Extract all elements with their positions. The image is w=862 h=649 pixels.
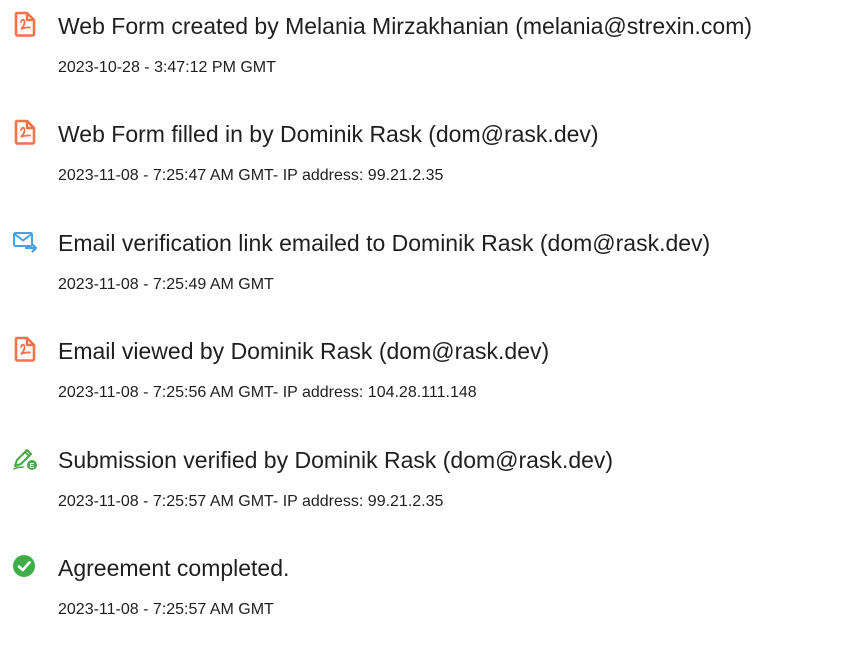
signature-pen-icon: E [11, 444, 39, 472]
svg-text:E: E [30, 463, 35, 470]
email-forward-icon [11, 227, 39, 255]
event-timestamp: 2023-11-08 - 7:25:49 AM GMT [58, 276, 274, 293]
check-circle-icon [11, 552, 39, 580]
event-title: Email viewed by Dominik Rask (dom@rask.d… [58, 338, 550, 364]
event-timestamp: 2023-11-08 - 7:25:56 AM GMT- IP address:… [58, 384, 477, 401]
event-agreement-completed: Agreement completed. 2023-11-08 - 7:25:5… [0, 542, 862, 622]
event-web-form-filled: Web Form filled in by Dominik Rask (dom@… [0, 108, 862, 188]
event-email-verification-sent: Email verification link emailed to Domin… [0, 217, 862, 297]
event-timestamp: 2023-10-28 - 3:47:12 PM GMT [58, 59, 276, 76]
document-icon [11, 10, 39, 38]
event-email-viewed: Email viewed by Dominik Rask (dom@rask.d… [0, 325, 862, 405]
event-title: Agreement completed. [58, 555, 290, 581]
event-submission-verified: E Submission verified by Dominik Rask (d… [0, 434, 862, 514]
event-timestamp: 2023-11-08 - 7:25:57 AM GMT- IP address:… [58, 493, 444, 510]
event-timestamp: 2023-11-08 - 7:25:47 AM GMT- IP address:… [58, 167, 444, 184]
event-title: Submission verified by Dominik Rask (dom… [58, 447, 614, 473]
event-web-form-created: Web Form created by Melania Mirzakhanian… [0, 0, 862, 80]
document-icon [11, 118, 39, 146]
event-timestamp: 2023-11-08 - 7:25:57 AM GMT [58, 601, 274, 618]
event-title: Web Form created by Melania Mirzakhanian… [58, 13, 753, 39]
document-icon [11, 335, 39, 363]
event-title: Web Form filled in by Dominik Rask (dom@… [58, 121, 599, 147]
event-title: Email verification link emailed to Domin… [58, 230, 711, 256]
